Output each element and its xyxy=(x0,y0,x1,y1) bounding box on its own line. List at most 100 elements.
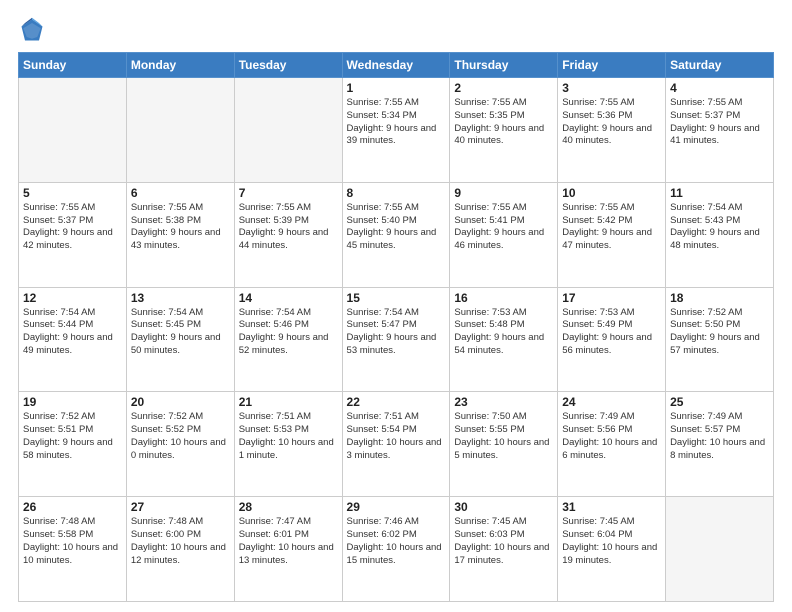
day-number: 19 xyxy=(23,395,122,409)
weekday-header-wednesday: Wednesday xyxy=(342,53,450,78)
logo-icon xyxy=(18,16,46,44)
day-info: Sunrise: 7:49 AM Sunset: 5:56 PM Dayligh… xyxy=(562,411,661,462)
day-info: Sunrise: 7:45 AM Sunset: 6:03 PM Dayligh… xyxy=(454,516,553,567)
day-info: Sunrise: 7:55 AM Sunset: 5:42 PM Dayligh… xyxy=(562,202,661,253)
day-info: Sunrise: 7:52 AM Sunset: 5:52 PM Dayligh… xyxy=(131,411,230,462)
day-number: 11 xyxy=(670,186,769,200)
calendar: SundayMondayTuesdayWednesdayThursdayFrid… xyxy=(18,52,774,602)
day-info: Sunrise: 7:55 AM Sunset: 5:39 PM Dayligh… xyxy=(239,202,338,253)
day-info: Sunrise: 7:53 AM Sunset: 5:48 PM Dayligh… xyxy=(454,307,553,358)
day-number: 24 xyxy=(562,395,661,409)
day-info: Sunrise: 7:51 AM Sunset: 5:54 PM Dayligh… xyxy=(347,411,446,462)
calendar-cell: 29 Sunrise: 7:46 AM Sunset: 6:02 PM Dayli… xyxy=(342,497,450,602)
calendar-body: 1Sunrise: 7:55 AM Sunset: 5:34 PM Daylig… xyxy=(19,78,774,602)
calendar-cell: 10 Sunrise: 7:55 AM Sunset: 5:42 PM Dayli… xyxy=(558,182,666,287)
day-number: 6 xyxy=(131,186,230,200)
day-number: 5 xyxy=(23,186,122,200)
day-number: 2 xyxy=(454,81,553,95)
day-number: 18 xyxy=(670,291,769,305)
day-info: Sunrise: 7:49 AM Sunset: 5:57 PM Dayligh… xyxy=(670,411,769,462)
calendar-week-3: 12 Sunrise: 7:54 AM Sunset: 5:44 PM Dayli… xyxy=(19,287,774,392)
calendar-cell: 2 Sunrise: 7:55 AM Sunset: 5:35 PM Daylig… xyxy=(450,78,558,183)
day-info: Sunrise: 7:47 AM Sunset: 6:01 PM Dayligh… xyxy=(239,516,338,567)
day-info: Sunrise: 7:55 AM Sunset: 5:41 PM Dayligh… xyxy=(454,202,553,253)
calendar-cell xyxy=(19,78,127,183)
calendar-week-4: 19 Sunrise: 7:52 AM Sunset: 5:51 PM Dayli… xyxy=(19,392,774,497)
calendar-cell: 18 Sunrise: 7:52 AM Sunset: 5:50 PM Dayli… xyxy=(666,287,774,392)
calendar-cell: 27 Sunrise: 7:48 AM Sunset: 6:00 PM Dayli… xyxy=(126,497,234,602)
calendar-cell xyxy=(126,78,234,183)
calendar-cell: 26 Sunrise: 7:48 AM Sunset: 5:58 PM Dayli… xyxy=(19,497,127,602)
day-info: Sunrise: 7:51 AM Sunset: 5:53 PM Dayligh… xyxy=(239,411,338,462)
day-number: 27 xyxy=(131,500,230,514)
calendar-cell: 4Sunrise: 7:55 AM Sunset: 5:37 PM Daylig… xyxy=(666,78,774,183)
day-number: 12 xyxy=(23,291,122,305)
day-info: Sunrise: 7:52 AM Sunset: 5:51 PM Dayligh… xyxy=(23,411,122,462)
weekday-header-thursday: Thursday xyxy=(450,53,558,78)
day-number: 3 xyxy=(562,81,661,95)
day-number: 15 xyxy=(347,291,446,305)
calendar-cell: 24 Sunrise: 7:49 AM Sunset: 5:56 PM Dayli… xyxy=(558,392,666,497)
day-number: 10 xyxy=(562,186,661,200)
calendar-cell: 9 Sunrise: 7:55 AM Sunset: 5:41 PM Daylig… xyxy=(450,182,558,287)
day-number: 16 xyxy=(454,291,553,305)
day-number: 9 xyxy=(454,186,553,200)
calendar-cell xyxy=(234,78,342,183)
calendar-cell: 30 Sunrise: 7:45 AM Sunset: 6:03 PM Dayli… xyxy=(450,497,558,602)
day-number: 23 xyxy=(454,395,553,409)
day-info: Sunrise: 7:55 AM Sunset: 5:35 PM Dayligh… xyxy=(454,97,553,148)
day-info: Sunrise: 7:55 AM Sunset: 5:37 PM Dayligh… xyxy=(670,97,769,148)
calendar-cell xyxy=(666,497,774,602)
day-info: Sunrise: 7:54 AM Sunset: 5:47 PM Dayligh… xyxy=(347,307,446,358)
calendar-cell: 3Sunrise: 7:55 AM Sunset: 5:36 PM Daylig… xyxy=(558,78,666,183)
day-info: Sunrise: 7:54 AM Sunset: 5:43 PM Dayligh… xyxy=(670,202,769,253)
day-number: 20 xyxy=(131,395,230,409)
day-info: Sunrise: 7:55 AM Sunset: 5:40 PM Dayligh… xyxy=(347,202,446,253)
calendar-cell: 23 Sunrise: 7:50 AM Sunset: 5:55 PM Dayli… xyxy=(450,392,558,497)
day-info: Sunrise: 7:48 AM Sunset: 5:58 PM Dayligh… xyxy=(23,516,122,567)
calendar-cell: 17Sunrise: 7:53 AM Sunset: 5:49 PM Dayli… xyxy=(558,287,666,392)
calendar-cell: 15 Sunrise: 7:54 AM Sunset: 5:47 PM Dayli… xyxy=(342,287,450,392)
day-info: Sunrise: 7:52 AM Sunset: 5:50 PM Dayligh… xyxy=(670,307,769,358)
header xyxy=(18,16,774,44)
day-info: Sunrise: 7:55 AM Sunset: 5:34 PM Dayligh… xyxy=(347,97,446,148)
day-info: Sunrise: 7:53 AM Sunset: 5:49 PM Dayligh… xyxy=(562,307,661,358)
calendar-week-2: 5Sunrise: 7:55 AM Sunset: 5:37 PM Daylig… xyxy=(19,182,774,287)
calendar-cell: 6Sunrise: 7:55 AM Sunset: 5:38 PM Daylig… xyxy=(126,182,234,287)
day-number: 25 xyxy=(670,395,769,409)
day-info: Sunrise: 7:45 AM Sunset: 6:04 PM Dayligh… xyxy=(562,516,661,567)
day-info: Sunrise: 7:54 AM Sunset: 5:45 PM Dayligh… xyxy=(131,307,230,358)
day-number: 31 xyxy=(562,500,661,514)
day-info: Sunrise: 7:50 AM Sunset: 5:55 PM Dayligh… xyxy=(454,411,553,462)
calendar-cell: 31 Sunrise: 7:45 AM Sunset: 6:04 PM Dayli… xyxy=(558,497,666,602)
calendar-cell: 28 Sunrise: 7:47 AM Sunset: 6:01 PM Dayli… xyxy=(234,497,342,602)
day-number: 28 xyxy=(239,500,338,514)
day-number: 21 xyxy=(239,395,338,409)
day-number: 8 xyxy=(347,186,446,200)
weekday-header-tuesday: Tuesday xyxy=(234,53,342,78)
weekday-header-monday: Monday xyxy=(126,53,234,78)
calendar-cell: 22 Sunrise: 7:51 AM Sunset: 5:54 PM Dayli… xyxy=(342,392,450,497)
calendar-cell: 7Sunrise: 7:55 AM Sunset: 5:39 PM Daylig… xyxy=(234,182,342,287)
day-info: Sunrise: 7:54 AM Sunset: 5:44 PM Dayligh… xyxy=(23,307,122,358)
day-number: 26 xyxy=(23,500,122,514)
day-number: 29 xyxy=(347,500,446,514)
page: SundayMondayTuesdayWednesdayThursdayFrid… xyxy=(0,0,792,612)
day-info: Sunrise: 7:46 AM Sunset: 6:02 PM Dayligh… xyxy=(347,516,446,567)
calendar-week-1: 1Sunrise: 7:55 AM Sunset: 5:34 PM Daylig… xyxy=(19,78,774,183)
calendar-cell: 11 Sunrise: 7:54 AM Sunset: 5:43 PM Dayli… xyxy=(666,182,774,287)
calendar-cell: 12 Sunrise: 7:54 AM Sunset: 5:44 PM Dayli… xyxy=(19,287,127,392)
weekday-header-sunday: Sunday xyxy=(19,53,127,78)
calendar-header: SundayMondayTuesdayWednesdayThursdayFrid… xyxy=(19,53,774,78)
calendar-cell: 21 Sunrise: 7:51 AM Sunset: 5:53 PM Dayli… xyxy=(234,392,342,497)
calendar-cell: 8 Sunrise: 7:55 AM Sunset: 5:40 PM Daylig… xyxy=(342,182,450,287)
calendar-cell: 14Sunrise: 7:54 AM Sunset: 5:46 PM Dayli… xyxy=(234,287,342,392)
day-info: Sunrise: 7:48 AM Sunset: 6:00 PM Dayligh… xyxy=(131,516,230,567)
day-number: 30 xyxy=(454,500,553,514)
calendar-week-5: 26 Sunrise: 7:48 AM Sunset: 5:58 PM Dayli… xyxy=(19,497,774,602)
weekday-header-friday: Friday xyxy=(558,53,666,78)
calendar-cell: 13Sunrise: 7:54 AM Sunset: 5:45 PM Dayli… xyxy=(126,287,234,392)
logo xyxy=(18,16,52,44)
day-number: 22 xyxy=(347,395,446,409)
calendar-cell: 25 Sunrise: 7:49 AM Sunset: 5:57 PM Dayli… xyxy=(666,392,774,497)
